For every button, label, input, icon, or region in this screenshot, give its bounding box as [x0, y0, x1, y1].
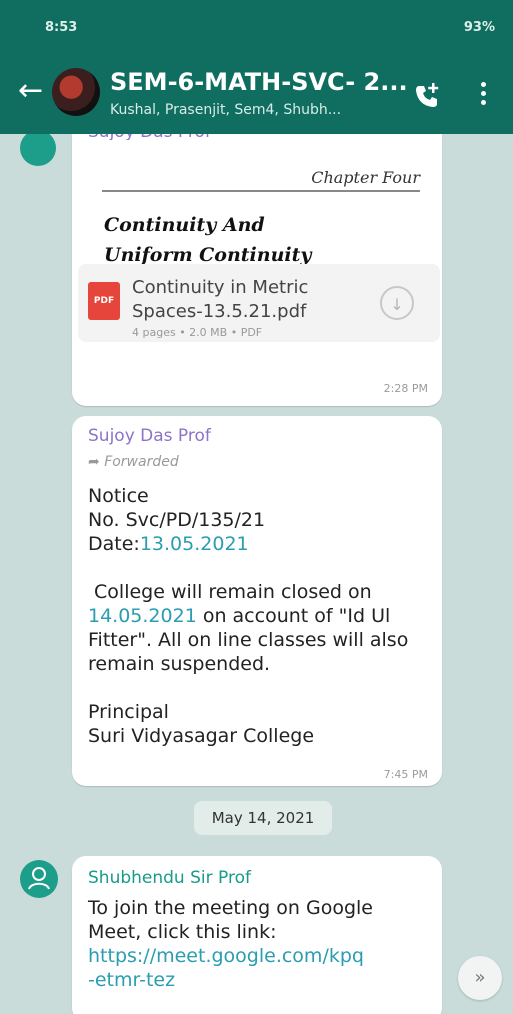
message-line-date: Date:13.05.2021: [88, 532, 433, 556]
date-label: Date:: [88, 533, 140, 555]
message-line: Principal: [88, 701, 169, 723]
pdf-preview[interactable]: Chapter Four Continuity And Uniform Cont…: [90, 140, 426, 266]
pdf-chapter-label: Chapter Four: [311, 168, 420, 187]
arrow-left-icon[interactable]: ←: [18, 76, 43, 106]
message-line: Meet, click this link:: [88, 921, 277, 943]
chat-area: Sujoy Das Prof Chapter Four Continuity A…: [0, 134, 513, 1014]
message-body: To join the meeting on Google Meet, clic…: [88, 896, 433, 992]
message-text: on account of "Id Ul: [196, 605, 391, 627]
chat-title[interactable]: SEM-6-MATH-SVC- 2...: [110, 68, 408, 96]
document-name-line: Spaces-13.5.21.pdf: [132, 301, 307, 322]
document-meta: 4 pages • 2.0 MB • PDF: [132, 326, 263, 339]
date-divider: May 14, 2021: [194, 801, 332, 835]
message-line: College will remain closed on: [88, 581, 372, 603]
message-bubble-meeting[interactable]: Shubhendu Sir Prof To join the meeting o…: [72, 856, 442, 1014]
message-line: Notice: [88, 485, 149, 507]
forwarded-label: ➦ Forwarded: [88, 454, 179, 470]
forward-icon: ➦: [88, 454, 100, 470]
forwarded-text: Forwarded: [104, 454, 179, 470]
message-sender: Sujoy Das Prof: [88, 426, 211, 446]
message-line-date: 14.05.2021 on account of "Id Ul: [88, 604, 433, 628]
pdf-heading: Continuity And Uniform Continuity: [104, 210, 311, 270]
status-bar: 8:53 93%: [0, 0, 513, 56]
pdf-heading-line: Continuity And: [104, 214, 265, 236]
chat-members[interactable]: Kushal, Prasenjit, Sem4, Shubh...: [110, 102, 341, 118]
message-line: To join the meeting on Google: [88, 897, 373, 919]
chat-header: ← SEM-6-MATH-SVC- 2... Kushal, Prasenjit…: [0, 56, 513, 134]
message-line: Fitter". All on line classes will also: [88, 629, 409, 651]
scroll-down-icon[interactable]: »: [458, 956, 502, 1000]
message-line: Suri Vidyasagar College: [88, 725, 315, 747]
pdf-divider: [102, 190, 420, 192]
sender-avatar[interactable]: [20, 860, 58, 898]
message-sender: Shubhendu Sir Prof: [88, 868, 251, 888]
document-name-line: Continuity in Metric: [132, 277, 309, 298]
message-line: No. Svc/PD/135/21: [88, 509, 266, 531]
status-time: 8:53: [45, 20, 78, 35]
battery-level: 93%: [463, 20, 495, 35]
message-time: 2:28 PM: [383, 382, 428, 395]
meet-link[interactable]: https://meet.google.com/kpq: [88, 944, 433, 968]
person-icon: [28, 867, 50, 890]
message-bubble-notice[interactable]: Sujoy Das Prof ➦ Forwarded Notice No. Sv…: [72, 416, 442, 786]
message-bubble-pdf[interactable]: Sujoy Das Prof Chapter Four Continuity A…: [72, 134, 442, 406]
message-line: remain suspended.: [88, 653, 271, 675]
more-vert-icon[interactable]: [478, 78, 488, 112]
document-attachment[interactable]: PDF Continuity in Metric Spaces-13.5.21.…: [78, 264, 440, 342]
message-body: Notice No. Svc/PD/135/21 Date:13.05.2021…: [88, 484, 433, 748]
meet-link[interactable]: -etmr-tez: [88, 968, 433, 992]
date-link[interactable]: 13.05.2021: [140, 533, 249, 555]
document-name: Continuity in Metric Spaces-13.5.21.pdf: [132, 276, 308, 324]
date-link[interactable]: 14.05.2021: [88, 605, 197, 627]
pdf-file-icon: PDF: [88, 282, 120, 320]
group-avatar[interactable]: [52, 68, 100, 116]
sender-avatar[interactable]: [20, 134, 56, 166]
call-add-icon[interactable]: [412, 81, 442, 111]
message-time: 7:45 PM: [383, 768, 428, 781]
download-icon[interactable]: ↓: [380, 286, 414, 320]
